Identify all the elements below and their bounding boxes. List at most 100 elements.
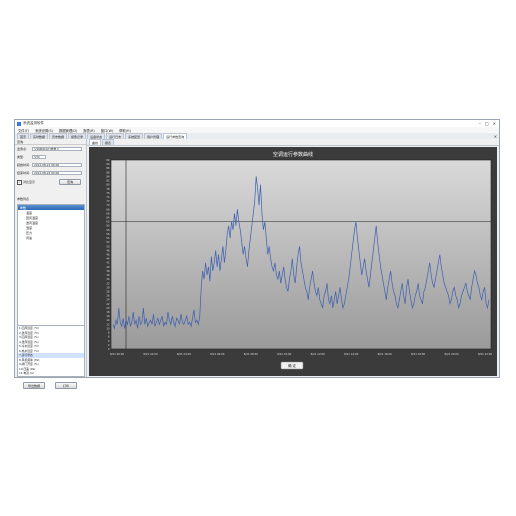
start-time-input[interactable]: 2012-08-21 06:00 [32,162,82,168]
type-select[interactable]: 全部 [32,154,46,160]
menu-data[interactable]: 数据管理(D) [59,128,77,133]
y-tick-label: 74 [106,195,110,199]
y-tick-label: 84 [106,174,110,178]
y-tick-label: 86 [106,170,110,174]
y-tick-label: 60 [106,224,110,228]
y-tick-label: 52 [106,240,110,244]
tree-node-label: 压力 [26,230,33,235]
minimize-icon[interactable]: – [479,121,481,126]
app-icon [17,121,21,126]
y-tick-label: 70 [106,203,110,207]
parameter-tree: 参数 温度 回风温度 送风温度 湿度 压力 风速 [17,204,85,326]
end-time-input[interactable]: 2012-08-22 00:00 [32,170,82,176]
y-tick-label: 22 [106,302,110,306]
tree-node-label: 回风温度 [26,215,39,220]
x-tick-label: 8/21 04:00 [177,352,191,356]
menu-file[interactable]: 文件(F) [18,128,29,133]
y-tick-label: 12 [106,322,110,326]
field-end-time: 结束时间: 2012-08-22 00:00 [17,170,82,176]
app-window: 系统监测软件 – □ × 文件(F) 系统设置(S) 数据管理(D) 报表(R)… [14,119,500,389]
x-tick-label: 8/21 18:00 [411,352,425,356]
y-tick-label: 38 [106,269,110,273]
y-tick-label: 58 [106,228,110,232]
field-label: 类型: [17,155,25,159]
menu-report[interactable]: 报表(R) [83,128,94,133]
y-tick-label: 80 [106,183,110,187]
y-tick-label: 28 [106,289,110,293]
field-label: 起始时间: [17,163,31,167]
y-tick-label: 20 [106,306,110,310]
y-tick-label: 88 [106,166,110,170]
x-tick-label: 8/21 10:00 [277,352,291,356]
x-tick-label: 8/21 20:00 [444,352,458,356]
tree-node-label: 温度 [26,210,33,215]
chart-ok-button-label: 确 定 [288,363,297,368]
query-button[interactable]: 查询 [59,179,81,185]
query-panel-header: 查询 [15,139,86,145]
tab-report[interactable]: 报表 [102,139,115,145]
parameter-list: 1.回风温度 (℃) 2.送风温度 (℃) 3.回风湿度 (%) 4.送风湿度 … [17,325,85,377]
y-tick-label: 56 [106,232,110,236]
x-tick-label: 8/21 12:00 [311,352,325,356]
x-axis: 8/21 00:00 8/21 02:00 8/21 04:00 8/21 06:00… [110,352,492,356]
list-item[interactable]: 11.电流 (A) [18,371,84,376]
y-tick-label: 66 [106,211,110,215]
y-tick-label: 82 [106,179,110,183]
field-type: 类型: 全部 [17,154,46,160]
compare-checkbox[interactable]: ✓ [17,179,22,185]
y-tick-label: 64 [106,216,110,220]
y-tick-label: 76 [106,191,110,195]
y-tick-label: 62 [106,220,110,224]
y-tick-label: 90 [106,162,110,166]
y-tick-label: 40 [106,265,110,269]
compare-checkbox-row: ✓ 对比显示 [17,179,35,185]
y-tick-label: 10 [106,326,110,330]
tab-curve[interactable]: 曲线 [89,139,102,145]
monitor-point-select[interactable]: 空调机组运行参数 ▾ [32,146,82,152]
y-tick-label: 8 [108,331,110,335]
y-tick-label: 72 [106,199,110,203]
tree-title: 参数列表 [17,197,30,201]
x-tick-label: 8/21 02:00 [143,352,157,356]
query-panel: 查询 监测点: 空调机组运行参数 ▾ 类型: 全部 起始时间: 2012-08-… [15,139,87,389]
field-start-time: 起始时间: 2012-08-21 06:00 [17,162,82,168]
y-tick-label: 46 [106,253,110,257]
x-tick-label: 8/21 16:00 [378,352,392,356]
y-axis: 0246810121416182022242628303234363840424… [106,158,110,351]
tree-node-label: 送风温度 [26,220,39,225]
x-tick-label: 8/21 08:00 [244,352,258,356]
tree-node-label: 参数 [20,205,27,210]
x-tick-label: 8/21 14:00 [344,352,358,356]
y-tick-label: 4 [108,339,110,343]
y-tick-label: 18 [106,310,110,314]
y-tick-label: 32 [106,281,110,285]
tree-node-label: 湿度 [26,225,33,230]
field-label: 结束时间: [17,171,31,175]
view-tabs: 曲线 报表 [87,139,499,146]
close-icon[interactable]: × [493,121,496,126]
window-title: 系统监测软件 [23,121,44,125]
maximize-icon[interactable]: □ [485,121,489,126]
y-tick-label: 0 [108,347,110,351]
field-monitor-point: 监测点: 空调机组运行参数 ▾ [17,146,82,152]
tree-node[interactable]: 风速 [18,235,84,240]
y-tick-label: 30 [106,285,110,289]
field-label: 监测点: [17,147,28,151]
y-tick-label: 16 [106,314,110,318]
y-tick-label: 34 [106,277,110,281]
tree-title-row: 参数列表 [17,196,29,202]
chart-area: 曲线 报表 空调运行参数曲线 0 2 4 6 8 10 12 14 16 18 20 22 24 26 28… [87,139,499,377]
menu-settings[interactable]: 系统设置(S) [35,128,53,133]
line-chart: 空调运行参数曲线 0246810121416182022242628303234… [106,151,492,370]
menu-window[interactable]: 窗口(W) [101,128,113,133]
x-tick-label: 8/21 22:00 [478,352,492,356]
tree-node-label: 风速 [26,235,33,240]
y-tick-label: 78 [106,187,110,191]
y-tick-label: 92 [106,158,110,162]
plot-area [110,159,492,350]
menu-help[interactable]: 帮助(H) [119,128,131,133]
export-button[interactable]: 导出数据 [23,382,45,389]
y-tick-label: 54 [106,236,110,240]
print-button[interactable]: 打印 [55,382,77,389]
chart-panel: 空调运行参数曲线 0 2 4 6 8 10 12 14 16 18 20 22 24 26 28 30 32 34… [89,147,497,376]
